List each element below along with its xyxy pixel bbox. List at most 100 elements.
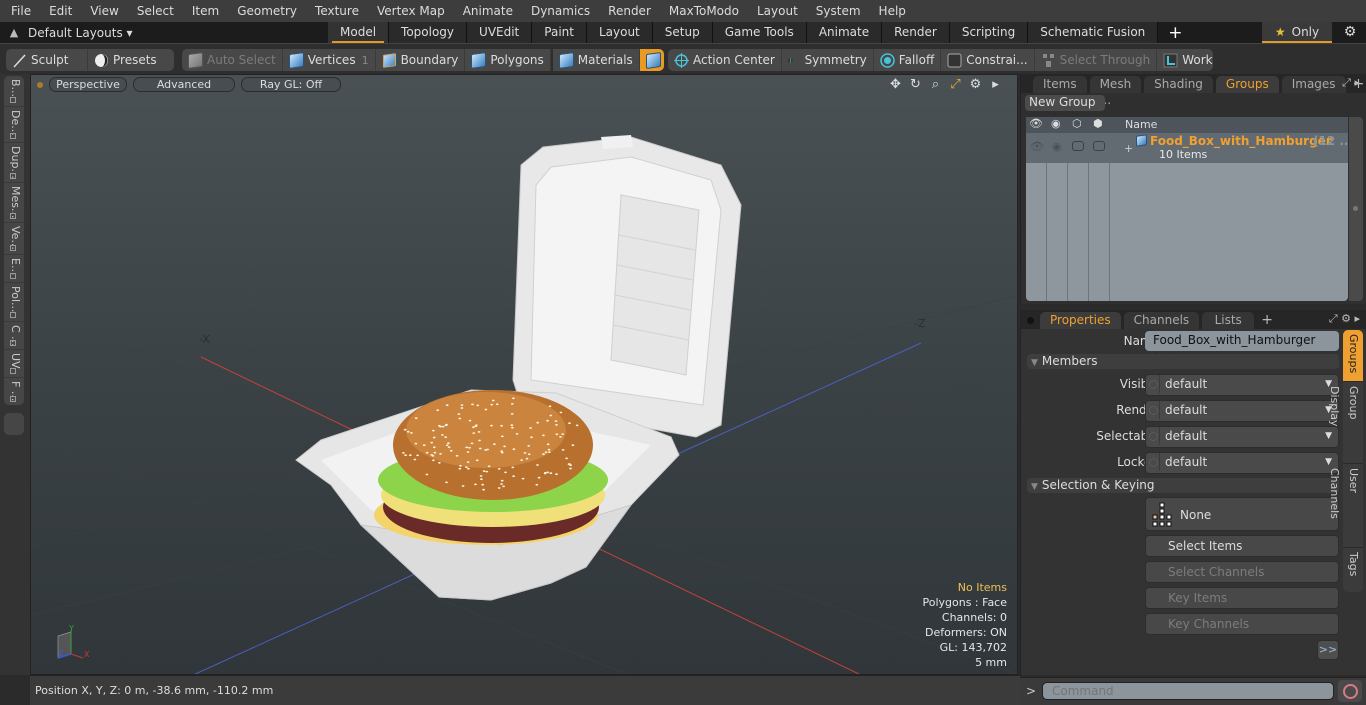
more-button[interactable]: >>: [1317, 640, 1339, 660]
workplane-button[interactable]: WorkPlane: [1157, 49, 1213, 71]
symmetry-button[interactable]: Symmetry: [782, 49, 874, 71]
select-items-button[interactable]: Select Items: [1145, 535, 1339, 557]
maximize-icon[interactable]: ⤢: [948, 77, 963, 92]
tab-properties[interactable]: Properties: [1040, 312, 1121, 329]
locked-dropdown[interactable]: default ▼: [1145, 452, 1339, 474]
key-channels-button[interactable]: Key Channels: [1145, 613, 1339, 635]
falloff-button[interactable]: Falloff: [874, 49, 942, 71]
left-tab-duplicate[interactable]: Dup...: [4, 143, 24, 183]
row-render-icon[interactable]: ◉: [1052, 140, 1062, 153]
left-tab-curve[interactable]: C ...: [4, 322, 24, 350]
menu-system[interactable]: System: [805, 0, 868, 22]
panel-expand-icon[interactable]: ⤢ ▸: [1342, 76, 1360, 90]
only-button[interactable]: ★ Only: [1262, 22, 1332, 43]
row-lock-checkbox[interactable]: [1093, 141, 1105, 151]
render-dropdown[interactable]: default ▼: [1145, 400, 1339, 422]
tab-schematic-fusion[interactable]: Schematic Fusion: [1028, 22, 1159, 43]
expand-plus-icon[interactable]: +: [1124, 142, 1133, 155]
command-input[interactable]: [1042, 682, 1334, 700]
menu-texture[interactable]: Texture: [304, 0, 366, 22]
props-menu-dot[interactable]: [1027, 317, 1034, 324]
gear-icon[interactable]: ⚙: [1340, 22, 1360, 43]
left-tab-edge[interactable]: E...: [4, 255, 24, 283]
add-tab-button[interactable]: +: [1158, 23, 1192, 43]
groups-scrollbar[interactable]: [1349, 117, 1363, 301]
tab-mesh[interactable]: Mesh ...: [1089, 76, 1142, 107]
record-macro-button[interactable]: [1338, 680, 1362, 702]
collapse-up-icon[interactable]: ▲: [0, 26, 28, 39]
left-tab-basic[interactable]: B...: [4, 76, 24, 107]
members-section[interactable]: ▼ Members: [1027, 354, 1339, 369]
menu-view[interactable]: View: [79, 0, 125, 22]
menu-edit[interactable]: Edit: [38, 0, 79, 22]
raygl-toggle[interactable]: Ray GL: Off: [241, 77, 341, 92]
3d-viewport[interactable]: -X -Z Perspective Advanced Ray GL: Off ✥…: [30, 74, 1018, 675]
left-tab-extra[interactable]: [4, 413, 24, 435]
add-props-tab-icon[interactable]: +: [1257, 312, 1277, 329]
group-type-button[interactable]: None: [1145, 497, 1339, 531]
select-through-button[interactable]: Select Through: [1035, 49, 1158, 71]
menu-select[interactable]: Select: [126, 0, 181, 22]
key-items-button[interactable]: Key Items: [1145, 587, 1339, 609]
tab-channels[interactable]: Channels: [1123, 312, 1200, 329]
side-tab-group-display[interactable]: Group Display: [1328, 382, 1363, 464]
tab-shading[interactable]: Shading: [1144, 76, 1213, 93]
cube-outline-icon[interactable]: ⬡: [1072, 117, 1082, 130]
new-group-button[interactable]: New Group: [1025, 95, 1105, 111]
rotate-icon[interactable]: ↻: [908, 77, 923, 92]
group-row[interactable]: 👁 ◉ + Food_Box_with_Hamburger (12 ... 10…: [1026, 133, 1348, 163]
select-channels-button[interactable]: Select Channels: [1145, 561, 1339, 583]
tab-render[interactable]: Render: [882, 22, 950, 43]
tab-topology[interactable]: Topology: [389, 22, 468, 43]
left-tab-uv[interactable]: UV: [4, 350, 24, 378]
side-tab-tags[interactable]: Tags: [1343, 548, 1363, 592]
expand-arrow-icon[interactable]: ▸: [988, 77, 1003, 92]
action-center-button[interactable]: Action Center: [668, 49, 782, 71]
menu-geometry[interactable]: Geometry: [226, 0, 304, 22]
vertices-button[interactable]: Vertices 1: [283, 49, 376, 71]
visible-dropdown[interactable]: default ▼: [1145, 374, 1339, 396]
sculpt-button[interactable]: Sculpt: [6, 49, 88, 71]
row-select-checkbox[interactable]: [1072, 141, 1084, 151]
tab-setup[interactable]: Setup: [652, 22, 713, 43]
left-tab-mesh-edit[interactable]: Mes...: [4, 183, 24, 223]
menu-help[interactable]: Help: [868, 0, 913, 22]
tab-uvedit[interactable]: UVEdit: [467, 22, 533, 43]
left-tab-polygon[interactable]: Pol...: [4, 283, 24, 322]
left-tab-deform[interactable]: De...: [4, 107, 24, 143]
tab-animate[interactable]: Animate: [806, 22, 883, 43]
menu-dynamics[interactable]: Dynamics: [520, 0, 597, 22]
selectable-dropdown[interactable]: default ▼: [1145, 426, 1339, 448]
lock-cube-icon[interactable]: ⬢: [1093, 117, 1103, 130]
scene-canvas[interactable]: -X -Z: [31, 75, 1018, 675]
tab-lists[interactable]: Lists: [1202, 312, 1255, 329]
tab-game-tools[interactable]: Game Tools: [712, 22, 807, 43]
eye-icon[interactable]: 👁: [1029, 117, 1043, 130]
tab-scripting[interactable]: Scripting: [949, 22, 1029, 43]
side-tab-groups[interactable]: Groups: [1343, 330, 1363, 382]
render-camera-icon[interactable]: ◉: [1051, 117, 1061, 130]
menu-file[interactable]: File: [0, 0, 38, 22]
menu-vertex-map[interactable]: Vertex Map: [366, 0, 452, 22]
layout-dropdown[interactable]: Default Layouts ▾: [28, 26, 328, 40]
tab-images[interactable]: Images: [1281, 76, 1346, 93]
viewport-gear-icon[interactable]: ⚙: [968, 77, 983, 92]
menu-animate[interactable]: Animate: [452, 0, 520, 22]
left-tab-fusion[interactable]: F ...: [4, 378, 24, 405]
presets-button[interactable]: Presets: [88, 49, 163, 71]
tab-model[interactable]: Model: [328, 22, 390, 43]
shading-dropdown[interactable]: Advanced: [133, 77, 235, 92]
row-eye-icon[interactable]: 👁: [1030, 140, 1044, 153]
constraints-button[interactable]: Constrai...: [941, 49, 1035, 71]
selection-keying-section[interactable]: ▼ Selection & Keying: [1027, 478, 1339, 493]
zoom-icon[interactable]: ⌕: [928, 77, 943, 92]
tab-layout[interactable]: Layout: [586, 22, 653, 43]
menu-maxtomodo[interactable]: MaxToModo: [658, 0, 746, 22]
pan-icon[interactable]: ✥: [888, 77, 903, 92]
perspective-dropdown[interactable]: Perspective: [49, 77, 127, 92]
boundary-button[interactable]: Boundary: [376, 49, 466, 71]
menu-layout[interactable]: Layout: [746, 0, 805, 22]
name-column-header[interactable]: Name: [1125, 118, 1157, 131]
left-tab-vertex[interactable]: Ve...: [4, 223, 24, 255]
tab-groups[interactable]: Groups: [1215, 76, 1279, 93]
